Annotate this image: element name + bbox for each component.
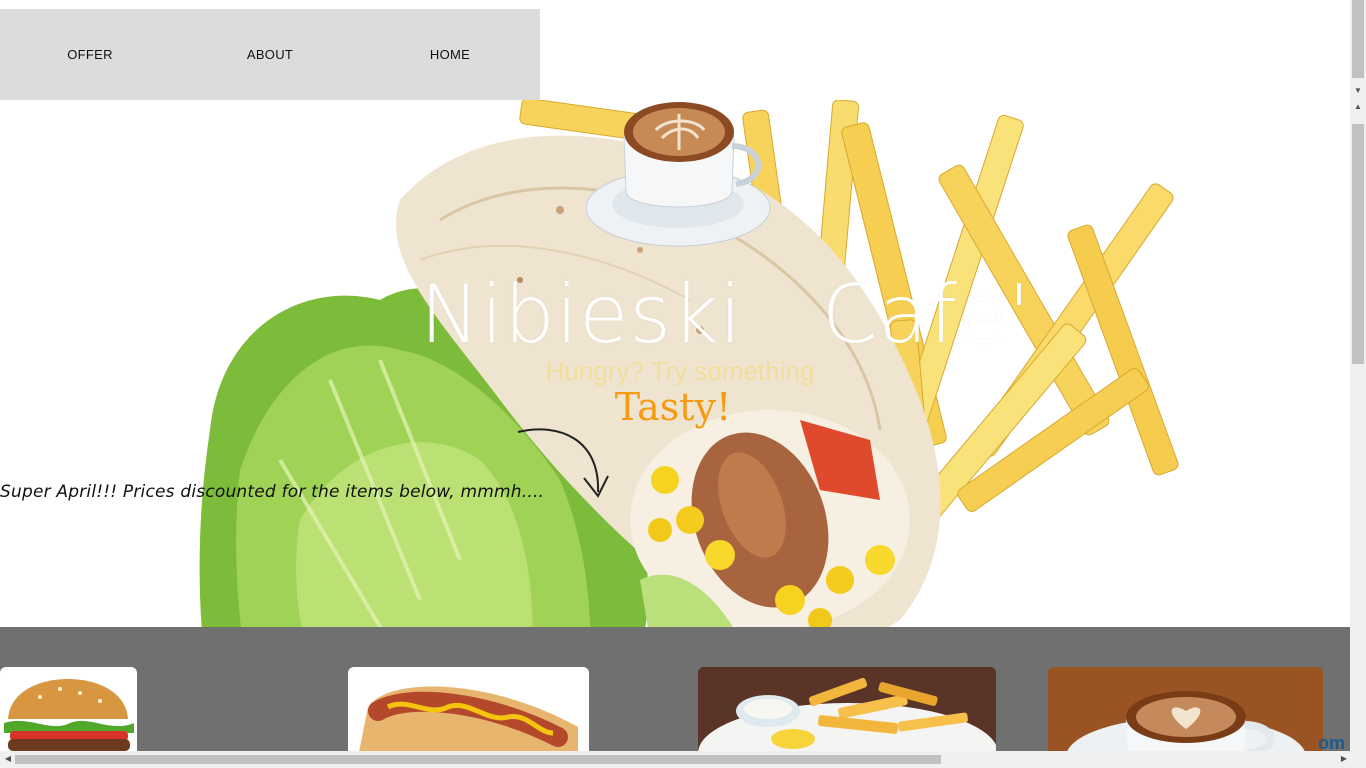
- nav-offer[interactable]: OFFER: [0, 9, 180, 100]
- product-card-latte[interactable]: [1048, 667, 1323, 751]
- vertical-scrollbar[interactable]: ▼ ▲: [1350, 0, 1366, 751]
- promo-text: Super April!!! Prices discounted for the…: [0, 482, 545, 502]
- tagline: Hungry? Try something: [545, 356, 815, 386]
- footer-fragment: om: [1318, 733, 1345, 751]
- vertical-scroll-thumb[interactable]: [1352, 124, 1364, 364]
- top-nav: OFFER ABOUT HOME: [0, 9, 540, 100]
- horizontal-scroll-thumb[interactable]: [15, 755, 941, 764]
- nav-home[interactable]: HOME: [360, 9, 540, 100]
- hotdog-image: [359, 686, 578, 751]
- page-viewport: Nibieski Cafe' Hungry? Try something Tas…: [0, 0, 1350, 751]
- fries-plate-image: [698, 667, 996, 751]
- scroll-up-arrow-icon[interactable]: ▲: [1350, 102, 1366, 112]
- burger-image: [4, 679, 134, 751]
- brand-title: Nibieski Cafe': [420, 268, 1032, 361]
- vertical-scroll-thumb-upper[interactable]: [1352, 0, 1364, 78]
- product-card-hotdog[interactable]: [348, 667, 589, 751]
- scroll-down-arrow-icon[interactable]: ▼: [1350, 86, 1366, 96]
- scroll-right-arrow-icon[interactable]: ▶: [1336, 754, 1352, 764]
- hero-section: Nibieski Cafe' Hungry? Try something Tas…: [0, 97, 1350, 751]
- product-card-fries[interactable]: [698, 667, 996, 751]
- nav-about[interactable]: ABOUT: [180, 9, 360, 100]
- scroll-left-arrow-icon[interactable]: ◀: [0, 754, 16, 764]
- coffee-cup-image: [586, 102, 771, 247]
- latte-image: [1048, 667, 1323, 751]
- horizontal-scrollbar[interactable]: ◀ ▶: [0, 751, 1366, 768]
- product-card-burger[interactable]: [0, 667, 137, 751]
